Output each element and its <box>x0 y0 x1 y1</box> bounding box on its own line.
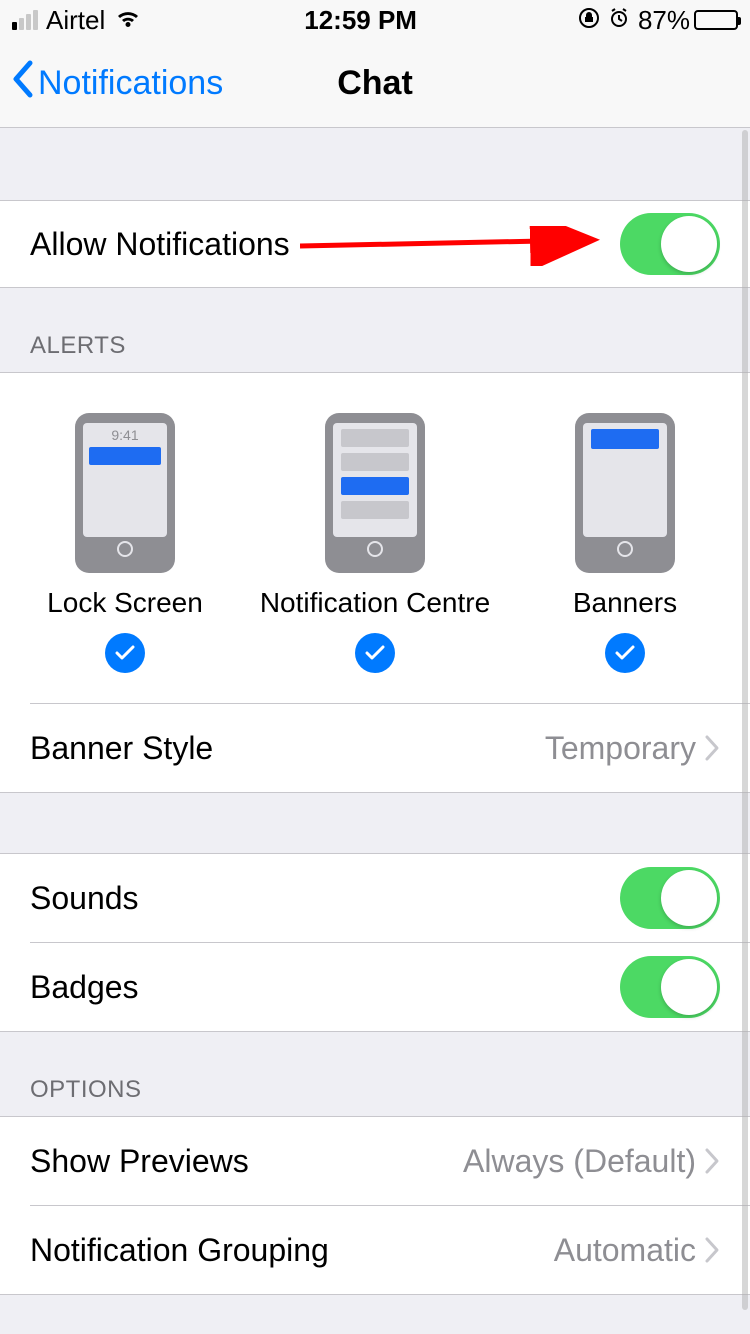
sounds-badges-group: Sounds Badges <box>0 853 750 1032</box>
chevron-left-icon <box>10 59 36 108</box>
options-header: OPTIONS <box>0 1032 750 1116</box>
options-group: Show Previews Always (Default) Notificat… <box>0 1116 750 1295</box>
allow-notifications-toggle[interactable] <box>620 213 720 275</box>
preview-time: 9:41 <box>83 423 167 443</box>
battery-icon <box>694 10 738 30</box>
checkmark-icon <box>605 633 645 673</box>
banner-style-value: Temporary <box>545 730 696 767</box>
nav-bar: Notifications Chat <box>0 40 750 128</box>
banners-preview-icon <box>575 413 675 573</box>
carrier-label: Airtel <box>46 5 105 36</box>
alert-label: Banners <box>573 587 677 619</box>
orientation-lock-icon <box>578 5 600 36</box>
checkmark-icon <box>105 633 145 673</box>
lock-screen-preview-icon: 9:41 <box>75 413 175 573</box>
chevron-right-icon <box>704 1147 720 1175</box>
alert-label: Notification Centre <box>260 587 490 619</box>
notification-centre-preview-icon <box>325 413 425 573</box>
alerts-header: ALERTS <box>0 288 750 372</box>
badges-toggle[interactable] <box>620 956 720 1018</box>
chevron-right-icon <box>704 734 720 762</box>
page-title: Chat <box>337 64 413 103</box>
allow-notifications-label: Allow Notifications <box>30 226 290 263</box>
chevron-right-icon <box>704 1236 720 1264</box>
status-left: Airtel <box>12 5 143 36</box>
alert-banners[interactable]: Banners <box>501 413 749 673</box>
show-previews-value: Always (Default) <box>463 1143 696 1180</box>
status-time: 12:59 PM <box>304 5 417 36</box>
badges-cell: Badges <box>0 943 750 1031</box>
alerts-block: 9:41 Lock Screen <box>0 372 750 793</box>
back-button[interactable]: Notifications <box>10 59 223 108</box>
sounds-cell: Sounds <box>0 854 750 942</box>
show-previews-label: Show Previews <box>30 1143 249 1180</box>
alerts-row: 9:41 Lock Screen <box>0 373 750 703</box>
battery-indicator: 87% <box>638 5 738 36</box>
sounds-toggle[interactable] <box>620 867 720 929</box>
show-previews-cell[interactable]: Show Previews Always (Default) <box>0 1117 750 1205</box>
badges-label: Badges <box>30 969 139 1006</box>
checkmark-icon <box>355 633 395 673</box>
notification-grouping-cell[interactable]: Notification Grouping Automatic <box>0 1206 750 1294</box>
alert-notification-centre[interactable]: Notification Centre <box>251 413 499 673</box>
scrollbar[interactable] <box>742 130 748 1310</box>
alarm-icon <box>608 5 630 36</box>
wifi-icon <box>113 5 143 36</box>
notification-grouping-label: Notification Grouping <box>30 1232 329 1269</box>
banner-style-cell[interactable]: Banner Style Temporary <box>0 704 750 792</box>
alert-label: Lock Screen <box>47 587 203 619</box>
alert-lock-screen[interactable]: 9:41 Lock Screen <box>1 413 249 673</box>
notification-grouping-value: Automatic <box>554 1232 696 1269</box>
signal-bars-icon <box>12 10 38 30</box>
status-right: 87% <box>578 5 738 36</box>
battery-percent: 87% <box>638 5 690 36</box>
back-label: Notifications <box>38 64 223 103</box>
sounds-label: Sounds <box>30 880 139 917</box>
banner-style-label: Banner Style <box>30 730 213 767</box>
status-bar: Airtel 12:59 PM 87% <box>0 0 750 40</box>
allow-notifications-cell: Allow Notifications <box>0 200 750 288</box>
